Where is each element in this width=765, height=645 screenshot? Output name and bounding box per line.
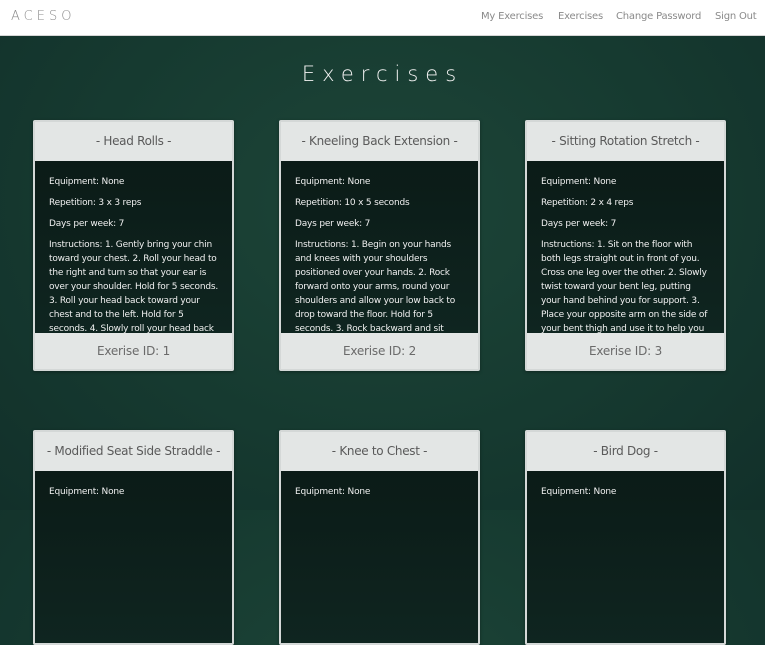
days-per-week-text: Days per week: 7 [295,219,371,229]
equipment-text: Equipment: None [295,487,371,497]
equipment-text: Equipment: None [295,177,371,187]
exercise-details: Equipment: None Repetition: 3 x 3 reps D… [35,161,232,333]
equipment-text: Equipment: None [49,487,125,497]
exercise-id: Exerise ID: 2 [342,344,417,358]
equipment-text: Equipment: None [49,177,125,187]
equipment-text: Equipment: None [541,487,617,497]
exercise-card[interactable]: - Knee to Chest - Equipment: None [279,430,480,645]
exercise-id: Exerise ID: 3 [588,344,663,358]
nav-sign-out[interactable]: Sign Out [715,11,757,22]
repetition-text: Repetition: 2 x 4 reps [541,198,634,208]
page-title: Exercises [301,62,464,86]
nav-change-password[interactable]: Change Password [616,11,701,22]
exercise-title: - Kneeling Back Extension - [301,134,458,148]
repetition-text: Repetition: 10 x 5 seconds [295,198,410,208]
instructions-text: Instructions: 1. Sit on the floor with b… [541,240,708,333]
exercise-id: Exerise ID: 1 [96,344,171,358]
navbar: ACESO My Exercises Exercises Change Pass… [0,0,765,36]
exercise-card[interactable]: - Sitting Rotation Stretch - Equipment: … [525,120,726,371]
instructions-text: Instructions: 1. Begin on your hands and… [295,240,456,333]
exercise-title: - Modified Seat Side Straddle - [46,444,221,458]
repetition-text: Repetition: 3 x 3 reps [49,198,142,208]
exercise-title: - Head Rolls - [95,134,172,148]
exercise-details: Equipment: None [527,471,724,643]
instructions-text: Instructions: 1. Gently bring your chin … [49,240,218,333]
exercise-card[interactable]: - Bird Dog - Equipment: None [525,430,726,645]
nav-my-exercises[interactable]: My Exercises [481,11,543,22]
exercise-details: Equipment: None Repetition: 10 x 5 secon… [281,161,478,333]
exercise-details: Equipment: None Repetition: 2 x 4 reps D… [527,161,724,333]
exercise-title: - Bird Dog - [593,444,658,458]
exercise-details: Equipment: None [35,471,232,643]
exercise-card[interactable]: - Kneeling Back Extension - Equipment: N… [279,120,480,371]
brand-logo[interactable]: ACESO [11,9,75,24]
exercise-card[interactable]: - Modified Seat Side Straddle - Equipmen… [33,430,234,645]
nav-exercises[interactable]: Exercises [558,11,603,22]
exercise-title: - Knee to Chest - [331,444,428,458]
equipment-text: Equipment: None [541,177,617,187]
days-per-week-text: Days per week: 7 [541,219,617,229]
exercise-card[interactable]: - Head Rolls - Equipment: None Repetitio… [33,120,234,371]
days-per-week-text: Days per week: 7 [49,219,125,229]
exercise-details: Equipment: None [281,471,478,643]
exercise-title: - Sitting Rotation Stretch - [551,134,700,148]
